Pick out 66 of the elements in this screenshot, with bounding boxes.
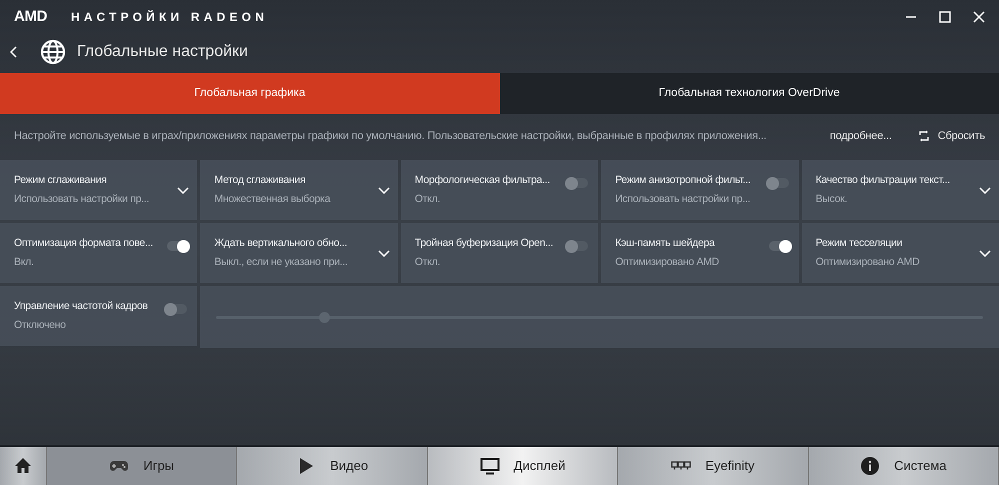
setting-value: Использовать настройки пр... [615,192,752,206]
setting-label: Управление частотой кадров [14,298,149,314]
more-link[interactable]: подробнее... [830,128,892,144]
setting-tile[interactable]: Качество фильтрации текст... Высок. [802,160,999,220]
setting-label: Ждать вертикального обно... [214,236,348,251]
setting-label: Морфологическая фильтра... [414,172,551,188]
globe-icon [40,39,66,65]
app-logo: AMD [14,6,48,27]
toggle-switch[interactable] [568,241,588,251]
setting-tile[interactable]: Режим сглаживания Использовать настройки пр... [0,160,198,220]
setting-tile[interactable]: Ждать вертикального обно... Выкл., если не указано при... [200,223,398,283]
toggle-switch[interactable] [768,241,789,251]
setting-label: Режим тесселяции [816,236,904,251]
setting-tile[interactable]: Тройная буферизация Open... Откл. [400,223,598,283]
setting-label: Качество фильтрации текст... [816,172,951,188]
setting-value: Отключено [14,318,67,332]
close-icon[interactable] [973,11,985,23]
setting-tile[interactable]: Морфологическая фильтра... Откл. [400,160,598,220]
back-icon[interactable] [10,46,18,58]
setting-value: Множественная выборка [214,192,332,206]
toggle-switch[interactable] [167,304,188,314]
nav-tab[interactable]: Игры [47,447,238,485]
setting-value: Оптимизировано AMD [615,254,720,270]
setting-value: Оптимизировано AMD [816,254,920,270]
chevron-down-icon[interactable] [378,186,390,194]
page-title: Глобальные настройки [77,42,248,62]
chevron-down-icon[interactable] [978,186,991,194]
reset-icon [918,130,930,142]
toggle-switch[interactable] [167,241,188,251]
setting-label: Метод сглаживания [214,172,306,188]
toggle-switch[interactable] [568,178,588,188]
setting-label: Тройная буферизация Open... [414,236,554,251]
setting-value: Откл. [414,192,442,206]
setting-value: Вкл. [14,254,35,270]
setting-tile[interactable]: Метод сглаживания Множественная выборка [200,160,398,220]
nav-tab[interactable]: Система [808,447,999,485]
setting-tile[interactable]: Управление частотой кадров Отключено [0,286,198,346]
setting-label: Режим сглаживания [14,172,108,188]
setting-value: Высок. [816,192,848,206]
setting-tile[interactable]: Режим анизотропной фильт... Использовать настройки пр... [601,160,799,220]
home-button[interactable] [0,447,47,485]
setting-tile[interactable]: Режим тесселяции Оптимизировано AMD [802,223,999,283]
setting-label: Режим анизотропной фильт... [615,172,752,188]
chevron-down-icon[interactable] [378,250,390,256]
chevron-down-icon[interactable] [978,250,991,256]
nav-tab[interactable]: Eyefinity [618,447,809,485]
reset-button[interactable]: Сбросить [918,128,985,144]
setting-value: Использовать настройки пр... [14,192,150,206]
setting-label: Кэш-память шейдера [615,236,716,251]
setting-label: Оптимизация формата пове... [14,236,154,251]
app-title: НАСТРОЙКИ RADEON [71,9,268,26]
setting-value: Выкл., если не указано при... [214,254,349,270]
monitor-icon [480,456,500,476]
setting-value: Откл. [414,254,442,270]
home-icon [13,456,33,476]
info-icon [860,456,880,476]
toggle-switch[interactable] [768,178,789,188]
tab[interactable]: Глобальная графика [0,73,500,114]
setting-tile[interactable]: Кэш-память шейдера Оптимизировано AMD [601,223,799,283]
tab[interactable]: Глобальная технология OverDrive [500,73,999,114]
nav-tab[interactable]: Видео [237,447,428,485]
maximize-icon[interactable] [939,11,951,23]
chevron-down-icon[interactable] [177,186,190,194]
nav-tab[interactable]: Дисплей [428,447,618,485]
description-text: Настройте используемые в играх/приложениях параметры графики по умолчанию. Пользовательские настройки, выбранные в профилях приложения... [14,128,766,144]
setting-tile[interactable]: Оптимизация формата пове... Вкл. [0,223,198,283]
